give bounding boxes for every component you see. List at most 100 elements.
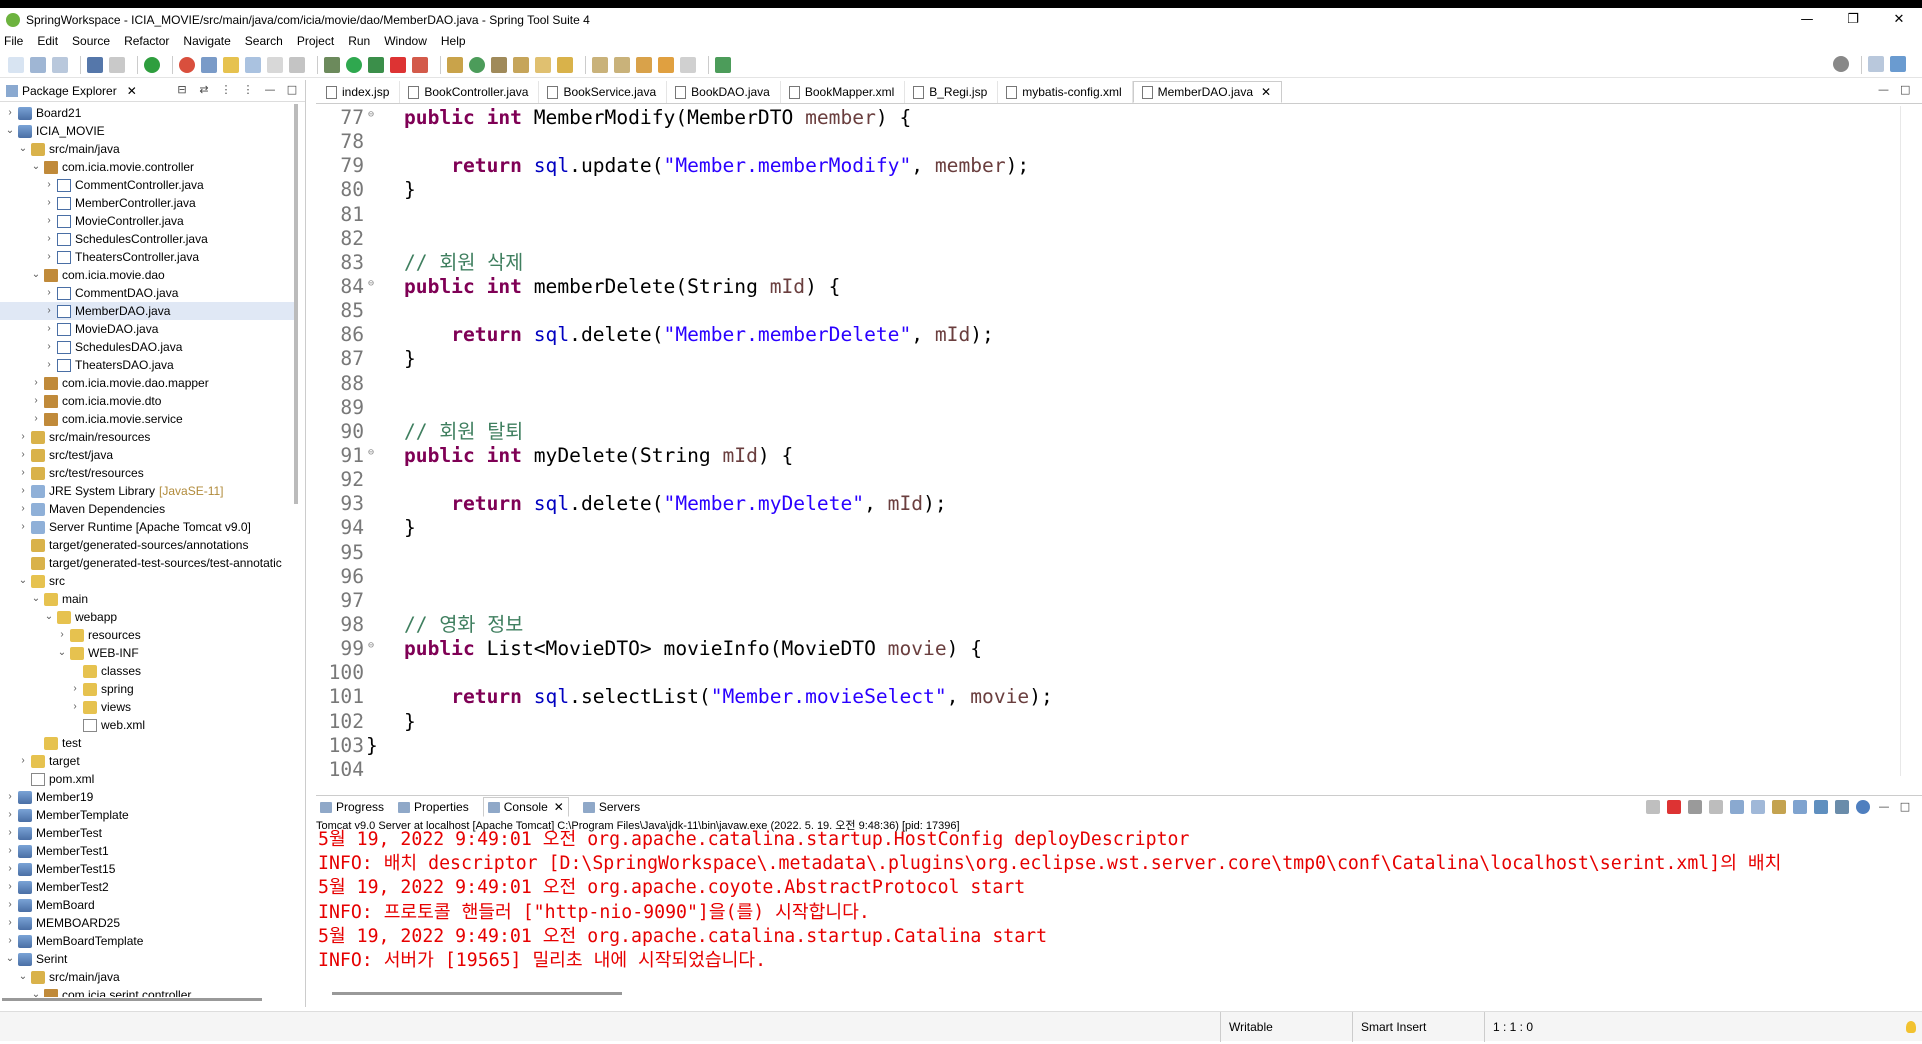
stop-icon[interactable] bbox=[390, 56, 406, 73]
tree-item[interactable]: classes bbox=[0, 662, 298, 680]
tree-item[interactable]: › com.icia.movie.dao.mapper bbox=[0, 374, 298, 392]
tree-item[interactable]: › MEMBOARD25 bbox=[0, 914, 298, 932]
menu-run[interactable]: Run bbox=[348, 34, 370, 48]
menu-edit[interactable]: Edit bbox=[37, 34, 58, 48]
tree-item[interactable]: › MovieDAO.java bbox=[0, 320, 298, 338]
tree-item[interactable]: ⌄ com.icia.movie.controller bbox=[0, 158, 298, 176]
show-whitespace-icon[interactable] bbox=[289, 56, 305, 73]
tree-item[interactable]: › target bbox=[0, 752, 298, 770]
code-editor[interactable]: 77 ⊖ public int MemberModify(MemberDTO mem… bbox=[316, 106, 1910, 776]
previous-annotation-icon[interactable] bbox=[614, 56, 630, 73]
clear-console-icon[interactable] bbox=[1709, 800, 1723, 814]
tree-item[interactable]: › MemberTest bbox=[0, 824, 298, 842]
minimize-view-icon[interactable]: — bbox=[263, 83, 277, 97]
pin-console-icon[interactable] bbox=[1793, 800, 1807, 814]
tree-item[interactable]: › MovieController.java bbox=[0, 212, 298, 230]
link-icon[interactable] bbox=[109, 56, 125, 73]
tree-item[interactable]: ⌄ main bbox=[0, 590, 298, 608]
chevron-right-icon[interactable]: › bbox=[17, 500, 29, 518]
chevron-down-icon[interactable]: ⌄ bbox=[4, 122, 16, 140]
menu-search[interactable]: Search bbox=[245, 34, 283, 48]
menu-source[interactable]: Source bbox=[72, 34, 110, 48]
chevron-right-icon[interactable]: › bbox=[43, 248, 55, 266]
chevron-down-icon[interactable]: ⌄ bbox=[4, 950, 16, 968]
chevron-down-icon[interactable]: ⌄ bbox=[17, 572, 29, 590]
maximize-editor-icon[interactable]: □ bbox=[1900, 83, 1914, 96]
tree-item[interactable]: › src/main/resources bbox=[0, 428, 298, 446]
chevron-right-icon[interactable]: › bbox=[69, 698, 81, 716]
menu-navigate[interactable]: Navigate bbox=[183, 34, 230, 48]
console-area-tab[interactable]: Console ✕ bbox=[482, 797, 569, 817]
tree-item[interactable]: › src/test/resources bbox=[0, 464, 298, 482]
open-perspective-icon[interactable] bbox=[1868, 56, 1884, 72]
settings-gear-icon[interactable] bbox=[1856, 800, 1870, 814]
minimize-editor-icon[interactable]: — bbox=[1878, 83, 1892, 96]
run-external-icon[interactable] bbox=[368, 56, 384, 73]
terminate-icon[interactable] bbox=[412, 56, 428, 73]
package-explorer-tab[interactable]: Package Explorer ✕ bbox=[6, 84, 137, 98]
open-folder-icon[interactable] bbox=[513, 56, 529, 73]
close-icon[interactable]: ✕ bbox=[554, 800, 564, 814]
chevron-right-icon[interactable]: › bbox=[4, 932, 16, 950]
menu-project[interactable]: Project bbox=[297, 34, 334, 48]
tree-item[interactable]: › MemberDAO.java bbox=[0, 302, 298, 320]
tree-item[interactable]: test bbox=[0, 734, 298, 752]
pin-editor-icon[interactable] bbox=[715, 56, 731, 73]
chevron-right-icon[interactable]: › bbox=[4, 860, 16, 878]
chevron-right-icon[interactable]: › bbox=[17, 518, 29, 536]
console-area-tab[interactable]: Progress bbox=[320, 800, 384, 814]
tree-item[interactable]: › Maven Dependencies bbox=[0, 500, 298, 518]
tree-item[interactable]: › spring bbox=[0, 680, 298, 698]
tree-item[interactable]: › Member19 bbox=[0, 788, 298, 806]
chevron-right-icon[interactable]: › bbox=[4, 824, 16, 842]
chevron-right-icon[interactable]: › bbox=[30, 410, 42, 428]
minimize-button[interactable]: — bbox=[1784, 8, 1830, 31]
chevron-down-icon[interactable]: ⌄ bbox=[30, 158, 42, 176]
console-horizontal-scrollbar[interactable] bbox=[332, 992, 622, 995]
remove-all-terminated-icon[interactable] bbox=[1688, 800, 1702, 814]
editor-tab[interactable]: BookService.java bbox=[539, 81, 668, 103]
tree-item[interactable]: › CommentDAO.java bbox=[0, 284, 298, 302]
pen-icon[interactable] bbox=[535, 56, 551, 73]
tree-item[interactable]: ⌄ src bbox=[0, 572, 298, 590]
java-perspective-icon[interactable] bbox=[1890, 56, 1906, 72]
tree-item[interactable]: › CommentController.java bbox=[0, 176, 298, 194]
chevron-right-icon[interactable]: › bbox=[43, 194, 55, 212]
tree-scrollbar[interactable] bbox=[294, 104, 298, 504]
tree-item[interactable]: ⌄ com.icia.movie.dao bbox=[0, 266, 298, 284]
tree-item[interactable]: ⌄ webapp bbox=[0, 608, 298, 626]
next-annotation-icon[interactable] bbox=[592, 56, 608, 73]
tree-item[interactable]: ⌄ com.icia.serint.controller bbox=[0, 986, 298, 997]
spring-boot-dashboard-icon[interactable] bbox=[144, 56, 160, 73]
chevron-right-icon[interactable]: › bbox=[43, 284, 55, 302]
word-wrap-console-icon[interactable] bbox=[1751, 800, 1765, 814]
console-output[interactable]: 5월 19, 2022 9:49:01 오전 org.apache.catali… bbox=[316, 828, 1922, 978]
refresh-icon[interactable] bbox=[179, 56, 195, 73]
tree-item[interactable]: › SchedulesController.java bbox=[0, 230, 298, 248]
tree-item[interactable]: › TheatersDAO.java bbox=[0, 356, 298, 374]
forward-icon[interactable] bbox=[680, 56, 696, 73]
chevron-right-icon[interactable]: › bbox=[4, 842, 16, 860]
terminate-console-icon[interactable] bbox=[1667, 800, 1681, 814]
tree-item[interactable]: target/generated-test-sources/test-annot… bbox=[0, 554, 298, 572]
save-icon[interactable] bbox=[30, 56, 46, 73]
fold-toggle-icon[interactable]: ⊖ bbox=[368, 634, 374, 658]
tree-item[interactable]: pom.xml bbox=[0, 770, 298, 788]
tree-item[interactable]: ⌄ WEB-INF bbox=[0, 644, 298, 662]
fold-toggle-icon[interactable]: ⊖ bbox=[368, 106, 374, 127]
link-with-editor-icon[interactable]: ⇄ bbox=[197, 83, 211, 97]
chevron-down-icon[interactable]: ⌄ bbox=[30, 590, 42, 608]
chevron-right-icon[interactable]: › bbox=[43, 176, 55, 194]
chevron-right-icon[interactable]: › bbox=[4, 914, 16, 932]
chevron-right-icon[interactable]: › bbox=[17, 482, 29, 500]
chevron-right-icon[interactable]: › bbox=[30, 374, 42, 392]
chevron-down-icon[interactable]: ⌄ bbox=[17, 968, 29, 986]
chevron-down-icon[interactable]: ⌄ bbox=[17, 140, 29, 158]
fold-toggle-icon[interactable]: ⊖ bbox=[368, 441, 374, 465]
chevron-right-icon[interactable]: › bbox=[17, 464, 29, 482]
search-icon[interactable] bbox=[1833, 56, 1849, 72]
tree-item[interactable]: › MemberTest2 bbox=[0, 878, 298, 896]
block-selection-icon[interactable] bbox=[245, 56, 261, 73]
tree-item[interactable]: › Board21 bbox=[0, 104, 298, 122]
open-console-icon[interactable] bbox=[87, 56, 103, 73]
